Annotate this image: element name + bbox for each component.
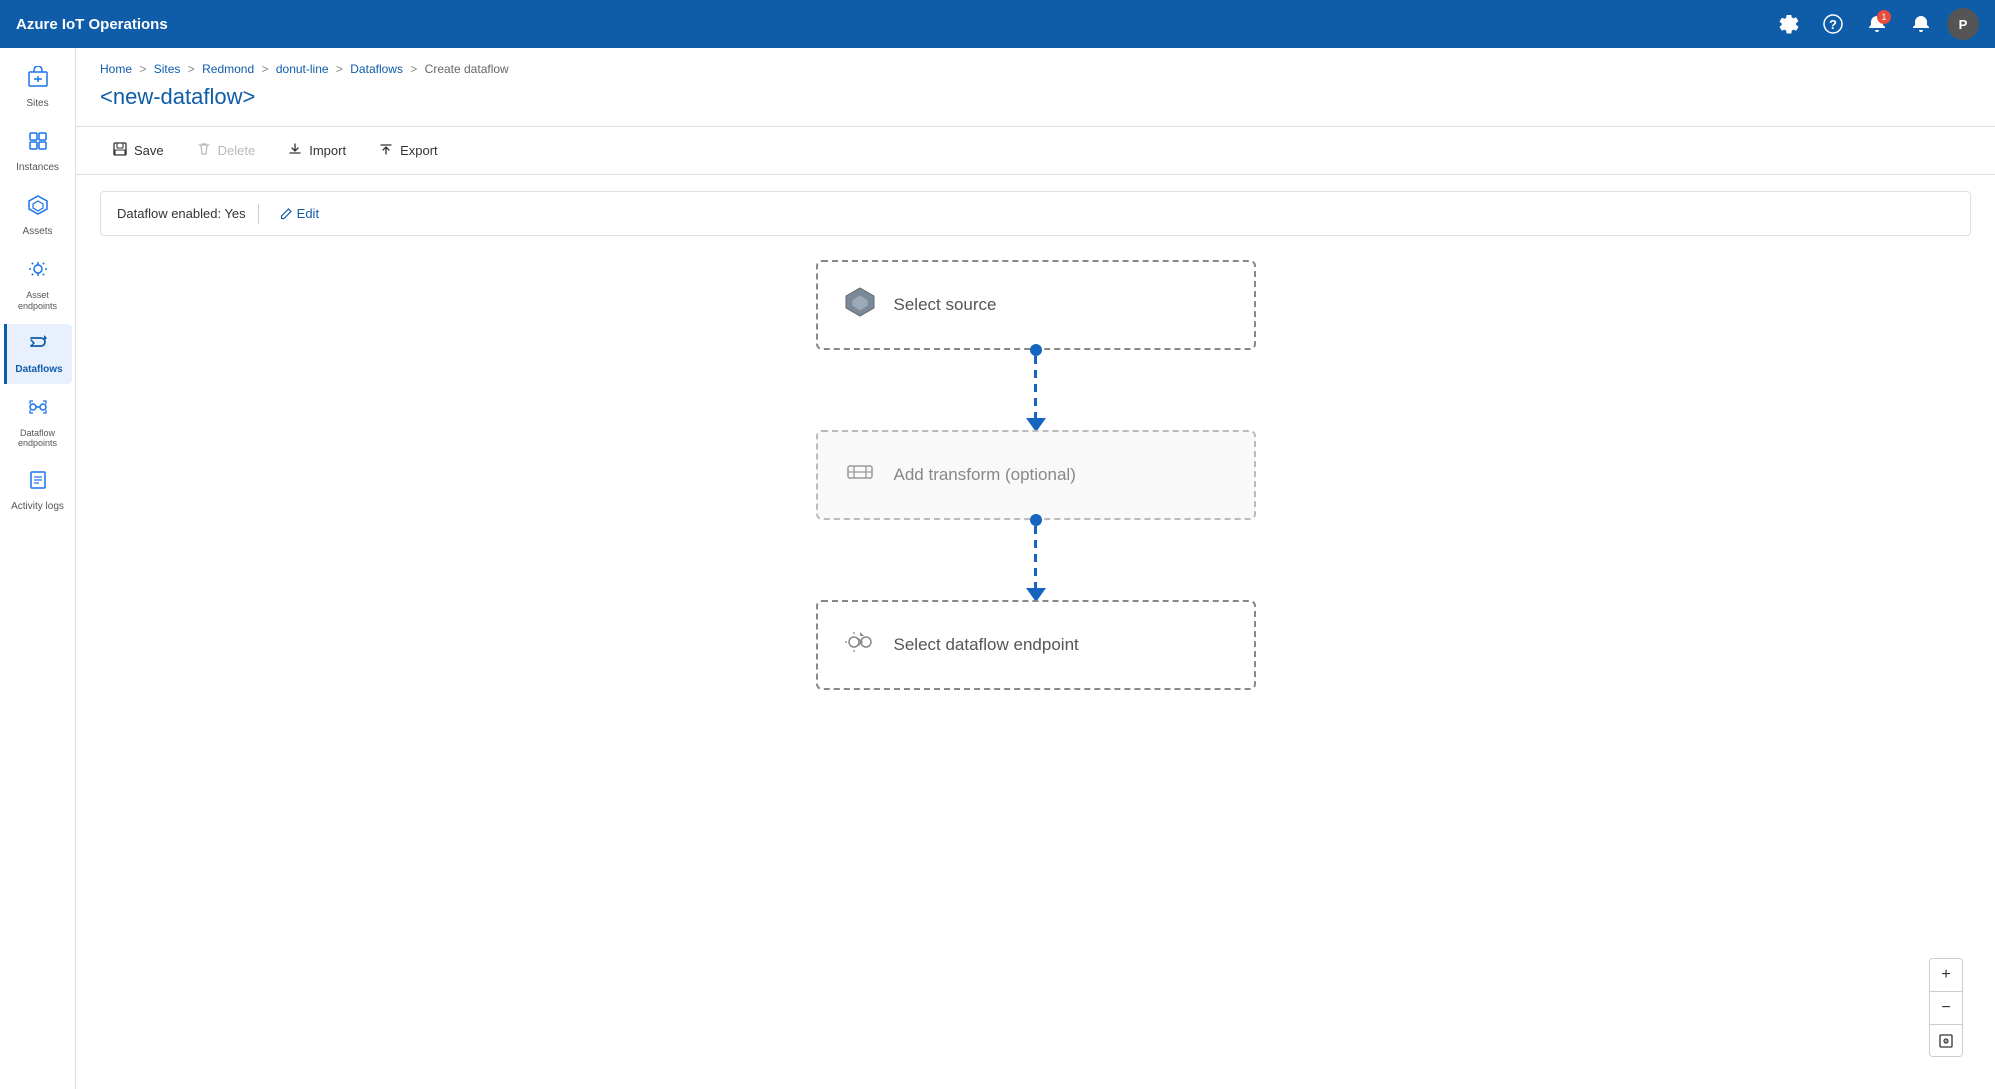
notifications-button[interactable]: 1 <box>1859 6 1895 42</box>
breadcrumb-sites[interactable]: Sites <box>154 62 181 76</box>
source-node[interactable]: Select source <box>816 260 1256 350</box>
connector-line-1 <box>1034 356 1037 418</box>
flow-container: Select source <box>816 260 1256 690</box>
dataflows-icon <box>28 332 50 360</box>
zoom-in-button[interactable]: + <box>1930 959 1962 991</box>
transform-node-label: Add transform (optional) <box>894 465 1076 485</box>
sidebar-item-activity-logs[interactable]: Activity logs <box>4 461 72 521</box>
app-title: Azure IoT Operations <box>16 16 1771 33</box>
fit-view-icon <box>1938 1033 1954 1049</box>
dataflow-status-bar: Dataflow enabled: Yes Edit <box>100 191 1971 236</box>
alert-bell-icon <box>1911 14 1931 34</box>
delete-icon <box>196 141 212 160</box>
status-divider <box>258 204 259 224</box>
sidebar-item-dataflow-endpoints[interactable]: Dataflow endpoints <box>4 388 72 458</box>
sidebar-item-label: Dataflow endpoints <box>8 428 68 450</box>
edit-icon <box>279 207 293 221</box>
edit-button[interactable]: Edit <box>271 202 327 225</box>
source-node-icon <box>842 284 878 327</box>
breadcrumb-sep: > <box>139 62 146 76</box>
import-icon <box>287 141 303 160</box>
dataflow-status-text: Dataflow enabled: Yes <box>117 206 246 221</box>
breadcrumb-sep: > <box>261 62 268 76</box>
sidebar-item-label: Activity logs <box>11 501 64 513</box>
breadcrumb-sep: > <box>336 62 343 76</box>
activity-logs-icon <box>27 469 49 497</box>
save-label: Save <box>134 143 164 158</box>
assets-icon <box>27 194 49 222</box>
zoom-controls: + − <box>1929 958 1963 1057</box>
notification-badge: 1 <box>1877 10 1891 24</box>
export-label: Export <box>400 143 438 158</box>
settings-button[interactable] <box>1771 6 1807 42</box>
sidebar: Sites Instances Assets <box>0 48 76 1089</box>
page-title: <new-dataflow> <box>76 76 1995 126</box>
breadcrumb-redmond[interactable]: Redmond <box>202 62 254 76</box>
source-node-label: Select source <box>894 295 997 315</box>
alerts-button[interactable] <box>1903 6 1939 42</box>
endpoint-node-label: Select dataflow endpoint <box>894 635 1079 655</box>
connector-dot-2 <box>1030 514 1042 526</box>
connector-dot-1 <box>1030 344 1042 356</box>
save-button[interactable]: Save <box>100 135 176 166</box>
toolbar: Save Delete Import <box>76 126 1995 175</box>
settings-icon <box>1779 14 1799 34</box>
delete-label: Delete <box>218 143 256 158</box>
breadcrumb-current: Create dataflow <box>425 62 509 76</box>
user-avatar[interactable]: P <box>1947 8 1979 40</box>
transform-node[interactable]: Add transform (optional) <box>816 430 1256 520</box>
zoom-fit-button[interactable] <box>1930 1024 1962 1056</box>
dataflow-endpoints-icon <box>27 396 49 424</box>
topnav-icons: ? 1 P <box>1771 6 1979 42</box>
sidebar-item-label: Dataflows <box>15 364 62 376</box>
breadcrumb-dataflows[interactable]: Dataflows <box>350 62 403 76</box>
delete-button[interactable]: Delete <box>184 135 268 166</box>
edit-label: Edit <box>297 206 319 221</box>
endpoint-node[interactable]: Select dataflow endpoint <box>816 600 1256 690</box>
topnav: Azure IoT Operations ? 1 P <box>0 0 1995 48</box>
asset-endpoints-icon <box>27 258 49 286</box>
main-layout: Sites Instances Assets <box>0 48 1995 1089</box>
breadcrumb: Home > Sites > Redmond > donut-line > Da… <box>76 48 1995 76</box>
sidebar-item-label: Asset endpoints <box>8 290 68 312</box>
zoom-out-button[interactable]: − <box>1930 992 1962 1024</box>
sidebar-item-instances[interactable]: Instances <box>4 122 72 182</box>
sidebar-item-assets[interactable]: Assets <box>4 186 72 246</box>
breadcrumb-sep: > <box>188 62 195 76</box>
svg-text:?: ? <box>1829 17 1837 32</box>
content-area: Home > Sites > Redmond > donut-line > Da… <box>76 48 1995 1089</box>
help-icon: ? <box>1823 14 1843 34</box>
sidebar-item-dataflows[interactable]: Dataflows <box>4 324 72 384</box>
sidebar-item-label: Instances <box>16 162 59 174</box>
transform-node-icon <box>842 454 878 497</box>
sidebar-item-label: Assets <box>22 226 52 238</box>
export-button[interactable]: Export <box>366 135 450 166</box>
save-icon <box>112 141 128 160</box>
sidebar-item-sites[interactable]: Sites <box>4 58 72 118</box>
sites-icon <box>27 66 49 94</box>
connector-2 <box>1026 520 1046 600</box>
breadcrumb-donut-line[interactable]: donut-line <box>276 62 329 76</box>
connector-1 <box>1026 350 1046 430</box>
connector-line-2 <box>1034 526 1037 588</box>
export-icon <box>378 141 394 160</box>
breadcrumb-home[interactable]: Home <box>100 62 132 76</box>
flow-canvas: Select source <box>76 236 1995 1089</box>
instances-icon <box>27 130 49 158</box>
import-label: Import <box>309 143 346 158</box>
import-button[interactable]: Import <box>275 135 358 166</box>
sidebar-item-asset-endpoints[interactable]: Asset endpoints <box>4 250 72 320</box>
endpoint-node-icon <box>842 624 878 667</box>
help-button[interactable]: ? <box>1815 6 1851 42</box>
sidebar-item-label: Sites <box>26 98 48 110</box>
breadcrumb-sep: > <box>410 62 417 76</box>
